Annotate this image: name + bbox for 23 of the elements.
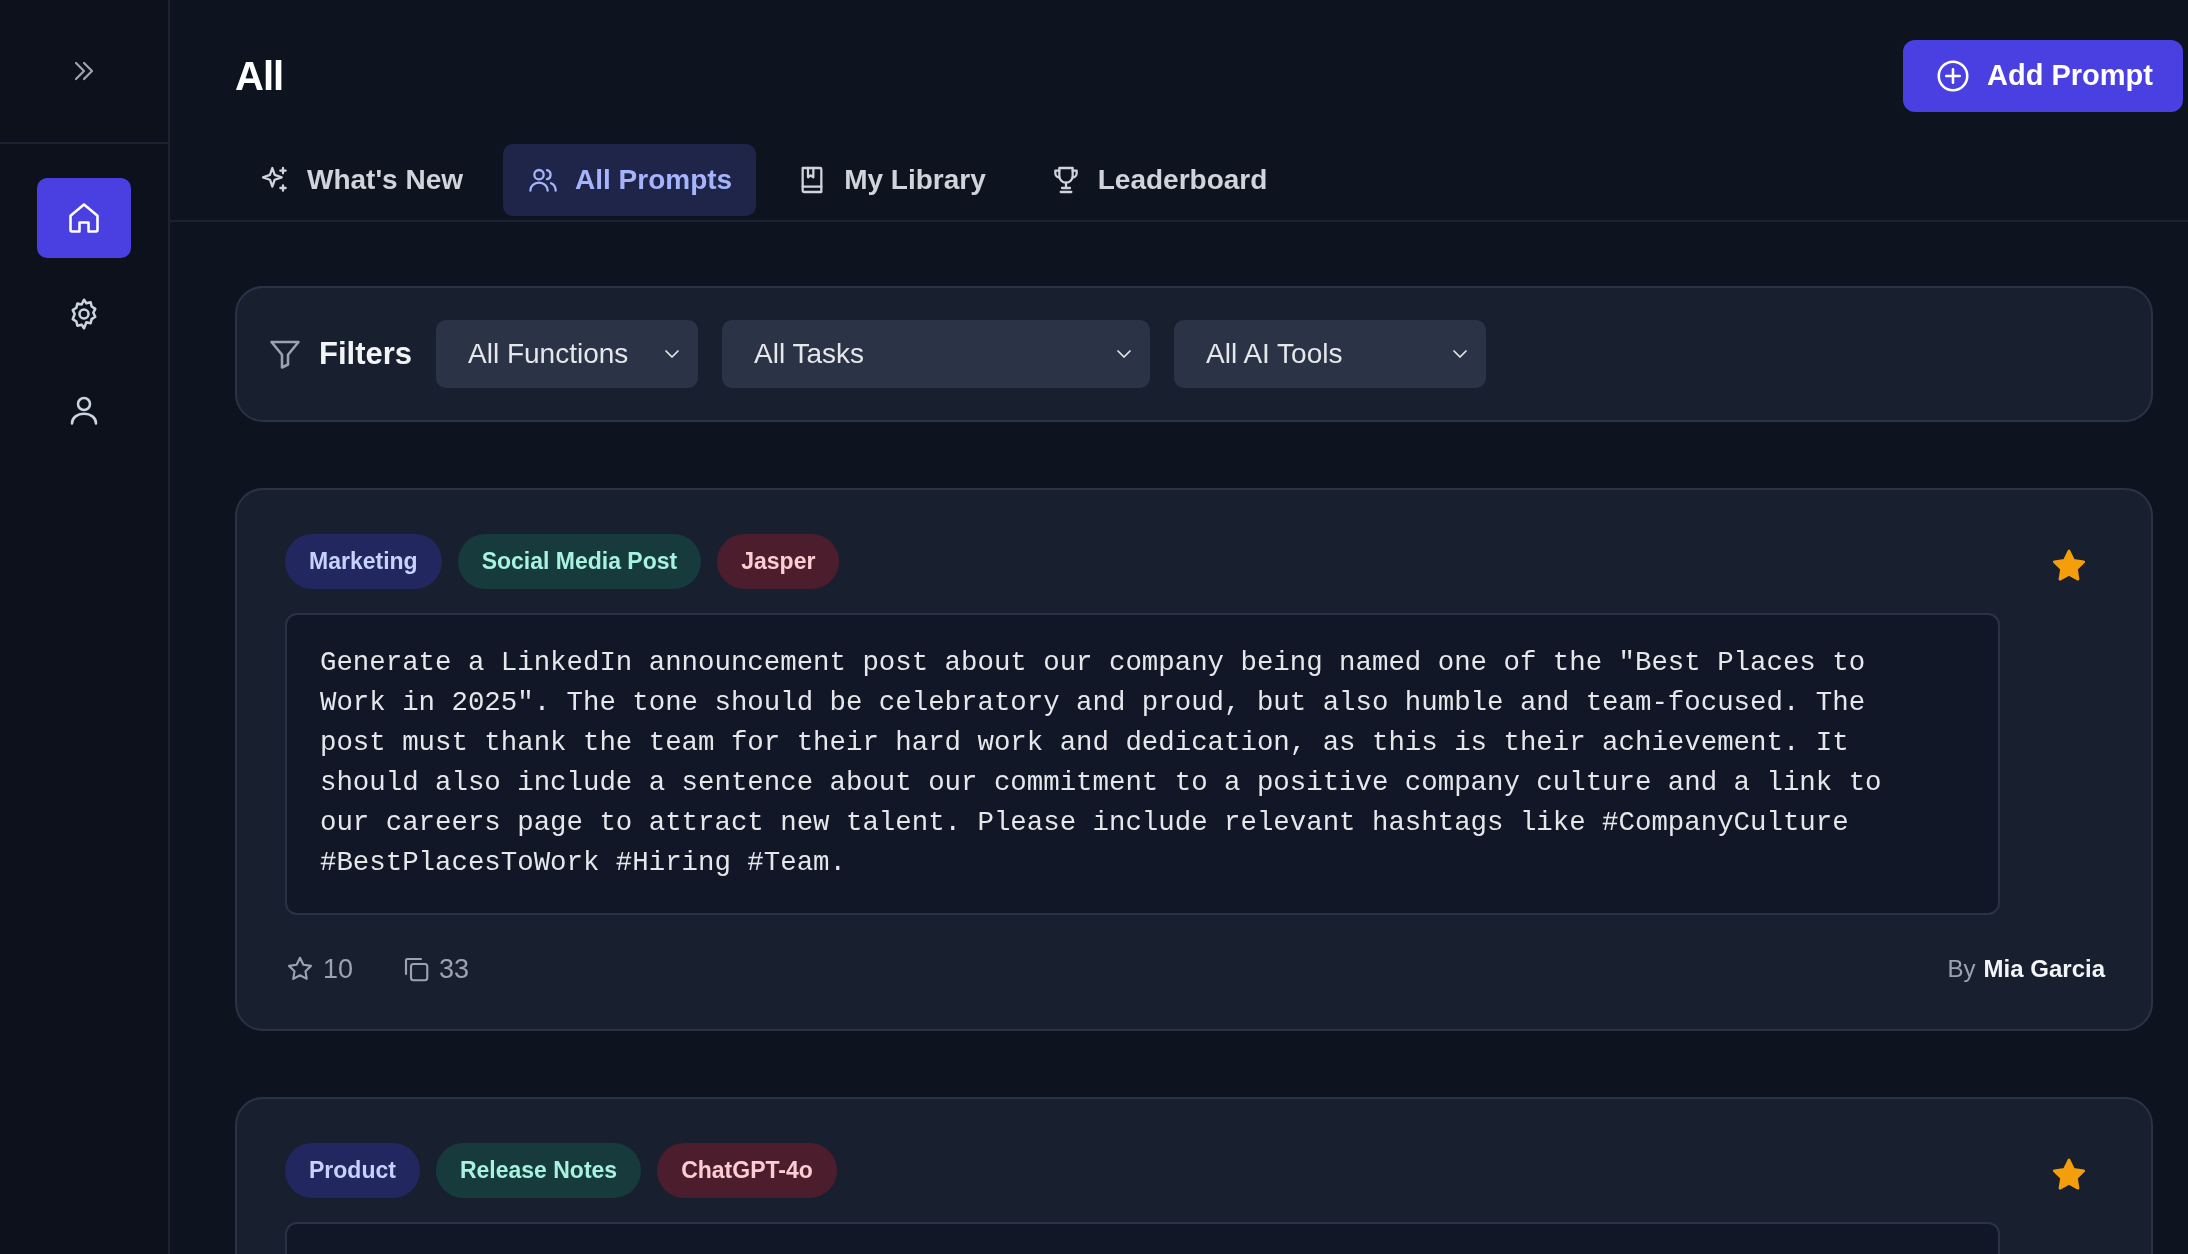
- add-prompt-button[interactable]: Add Prompt: [1903, 40, 2183, 112]
- by-label: By: [1947, 953, 1976, 984]
- author-name: Mia Garcia: [1983, 953, 2105, 984]
- copy-count: 33: [439, 952, 470, 986]
- prompt-text: Generate a LinkedIn announcement post about our company being named one of the "Best Places to Work in 2025". The tone should be celebratory and proud, but also humble and team-focused. The post must thank the team for their hard work and dedication, as this is their achievement. It should also include a sentence about our commitment to a positive company culture and a link to our careers page to attract new talent. Please include relevant hashtags like #CompanyCulture #BestPlacesToWork #Hiring #Team.: [285, 612, 2000, 915]
- filter-dropdown[interactable]: All Functions: [436, 320, 699, 388]
- filter-dropdown[interactable]: All AI Tools: [1174, 320, 1487, 388]
- tab[interactable]: What's New: [235, 144, 487, 216]
- tag: Product: [285, 1143, 420, 1198]
- tag: Jasper: [717, 534, 840, 589]
- sidebar-nav-item[interactable]: [37, 178, 131, 258]
- filter-dropdown[interactable]: All Tasks: [722, 320, 1151, 388]
- tag: ChatGPT-4o: [657, 1143, 837, 1198]
- filters-label: Filters: [319, 334, 413, 373]
- tab[interactable]: My Library: [772, 144, 1010, 216]
- tab[interactable]: All Prompts: [503, 144, 757, 216]
- page-title: All: [235, 53, 284, 100]
- home-icon: [66, 200, 102, 236]
- tab[interactable]: Leaderboard: [1025, 144, 1292, 216]
- tag: Marketing: [285, 534, 442, 589]
- star-count: 10: [323, 952, 354, 986]
- tag: Release Notes: [435, 1143, 642, 1198]
- tag: Social Media Post: [457, 534, 702, 589]
